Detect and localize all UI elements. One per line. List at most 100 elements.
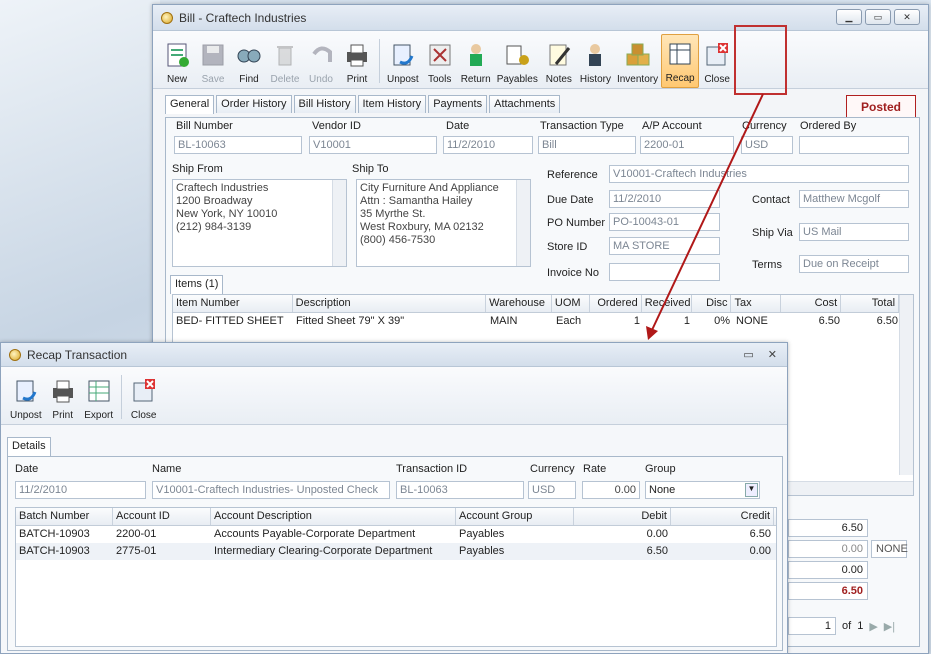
items-column-header[interactable]: Tax <box>731 295 782 312</box>
tab-payments[interactable]: Payments <box>428 95 488 113</box>
ship-to-textarea[interactable]: City Furniture And Appliance Attn : Sama… <box>356 179 531 267</box>
payables-button[interactable]: Payables <box>494 34 541 88</box>
tab-bill-history[interactable]: Bill History <box>293 95 356 113</box>
tax-field: 0.00 <box>788 540 868 558</box>
terms-label: Terms <box>752 259 782 271</box>
close-button[interactable]: Close <box>126 370 162 424</box>
recap-column-header[interactable]: Credit <box>671 508 774 525</box>
invoice-no-field[interactable] <box>609 263 720 281</box>
items-column-header[interactable]: Total <box>841 295 900 312</box>
items-column-header[interactable]: Item Number <box>173 295 293 312</box>
unpost-button[interactable]: Unpost <box>384 34 422 88</box>
recap-date-field[interactable]: 11/2/2010 <box>15 481 146 499</box>
print-button[interactable]: Print <box>339 34 375 88</box>
last-page-icon[interactable]: ▶| <box>884 620 895 633</box>
table-cell: Fitted Sheet 79" X 39" <box>296 315 405 327</box>
recap-label: Recap <box>665 73 695 84</box>
recap-button[interactable]: Recap <box>661 34 700 88</box>
return-button[interactable]: Return <box>458 34 494 88</box>
history-icon <box>580 40 610 70</box>
reference-field[interactable]: V10001-Craftech Industries <box>609 165 909 183</box>
new-button[interactable]: New <box>159 34 195 88</box>
items-column-header[interactable]: UOM <box>552 295 590 312</box>
recap-column-header[interactable]: Debit <box>574 508 671 525</box>
items-column-header[interactable]: Received <box>642 295 692 312</box>
recap-maximize-button[interactable]: ▭ <box>743 348 753 361</box>
recap-column-header[interactable]: Account Description <box>211 508 456 525</box>
items-column-header[interactable]: Cost <box>781 295 842 312</box>
page-input[interactable]: 1 <box>788 617 836 635</box>
recap-column-header[interactable]: Batch Number <box>16 508 113 525</box>
table-cell: 0% <box>714 315 730 327</box>
contact-field[interactable]: Matthew Mcgolf <box>799 190 909 208</box>
po-number-field[interactable]: PO-10043-01 <box>609 213 720 231</box>
delete-button[interactable]: Delete <box>267 34 303 88</box>
tab-general[interactable]: General <box>165 95 215 114</box>
history-button[interactable]: History <box>577 34 614 88</box>
minimize-button[interactable]: ▁ <box>836 9 862 25</box>
terms-field[interactable]: Due on Receipt <box>799 255 909 273</box>
recap-name-field[interactable]: V10001-Craftech Industries- Unposted Che… <box>152 481 390 499</box>
close-button[interactable]: Close <box>699 34 735 88</box>
ship-to-scrollbar[interactable] <box>516 180 530 266</box>
export-button[interactable]: Export <box>81 370 117 424</box>
table-row[interactable]: BATCH-10903 2200-01 Accounts Payable-Corpo… <box>16 526 776 543</box>
recap-name-label: Name <box>152 463 182 475</box>
items-vertical-scrollbar[interactable] <box>899 295 913 475</box>
print-button[interactable]: Print <box>45 370 81 424</box>
items-column-header[interactable]: Description <box>293 295 487 312</box>
recap-column-header[interactable]: Account ID <box>113 508 211 525</box>
close-icon <box>129 376 159 406</box>
close-window-button[interactable]: ✕ <box>894 9 920 25</box>
store-id-field[interactable]: MA STORE <box>609 237 720 255</box>
find-button[interactable]: Find <box>231 34 267 88</box>
recap-transaction-id-field[interactable]: BL-10063 <box>396 481 524 499</box>
tab-item-history[interactable]: Item History <box>357 95 427 113</box>
page-total: 1 <box>857 620 864 632</box>
tab-attachments[interactable]: Attachments <box>489 95 561 113</box>
tab-details[interactable]: Details <box>7 437 51 456</box>
items-column-header[interactable]: Ordered <box>590 295 642 312</box>
vendor-id-field[interactable]: V10001 <box>309 136 437 154</box>
ship-from-scrollbar[interactable] <box>332 180 346 266</box>
transaction-type-field[interactable]: Bill <box>538 136 636 154</box>
unpost-button[interactable]: Unpost <box>7 370 45 424</box>
notes-button[interactable]: Notes <box>541 34 577 88</box>
bill-number-field[interactable]: BL-10063 <box>174 136 302 154</box>
tab-order-history[interactable]: Order History <box>216 95 292 113</box>
recap-group-select[interactable]: None ▼ <box>645 481 760 499</box>
items-column-header[interactable]: Warehouse <box>486 295 552 312</box>
inventory-button[interactable]: Inventory <box>614 34 661 88</box>
undo-icon <box>306 40 336 70</box>
tools-button[interactable]: Tools <box>422 34 458 88</box>
tab-items[interactable]: Items (1) <box>170 275 224 294</box>
ordered-by-label: Ordered By <box>800 120 857 132</box>
ordered-by-field[interactable] <box>799 136 909 154</box>
recap-window: Recap Transaction ▭ ✕ Unpost Print Export C… <box>0 342 788 654</box>
recap-rate-field[interactable]: 0.00 <box>582 481 640 499</box>
table-cell: Each <box>556 315 582 327</box>
ship-via-field[interactable]: US Mail <box>799 223 909 241</box>
history-label: History <box>579 74 611 85</box>
chevron-down-icon[interactable]: ▼ <box>745 483 758 497</box>
save-button[interactable]: Save <box>195 34 231 88</box>
table-row[interactable]: BATCH-10903 2775-01 Intermediary Clearing-… <box>16 543 776 560</box>
items-column-header[interactable]: Disc <box>692 295 732 312</box>
due-date-field[interactable]: 11/2/2010 <box>609 190 720 208</box>
maximize-button[interactable]: ▭ <box>865 9 891 25</box>
undo-button[interactable]: Undo <box>303 34 339 88</box>
table-cell: BATCH-10903 <box>19 528 90 540</box>
ap-account-field[interactable]: 2200-01 <box>640 136 734 154</box>
items-grid-header: Item Number Description Warehouse UOM Ordere… <box>173 295 914 313</box>
close-label: Close <box>130 410 157 421</box>
date-field[interactable]: 11/2/2010 <box>443 136 533 154</box>
next-page-icon[interactable]: ▶ <box>869 620 877 633</box>
recap-currency-field[interactable]: USD <box>528 481 576 499</box>
table-row[interactable]: BED- FITTED SHEET Fitted Sheet 79" X 39" M… <box>173 313 913 330</box>
currency-field[interactable]: USD <box>741 136 793 154</box>
unpost-icon <box>388 40 418 70</box>
recap-close-window-button[interactable]: ✕ <box>768 348 777 361</box>
ship-from-textarea[interactable]: Craftech Industries 1200 Broadway New Yo… <box>172 179 347 267</box>
table-cell: 6.50 <box>876 315 898 327</box>
recap-column-header[interactable]: Account Group <box>456 508 574 525</box>
